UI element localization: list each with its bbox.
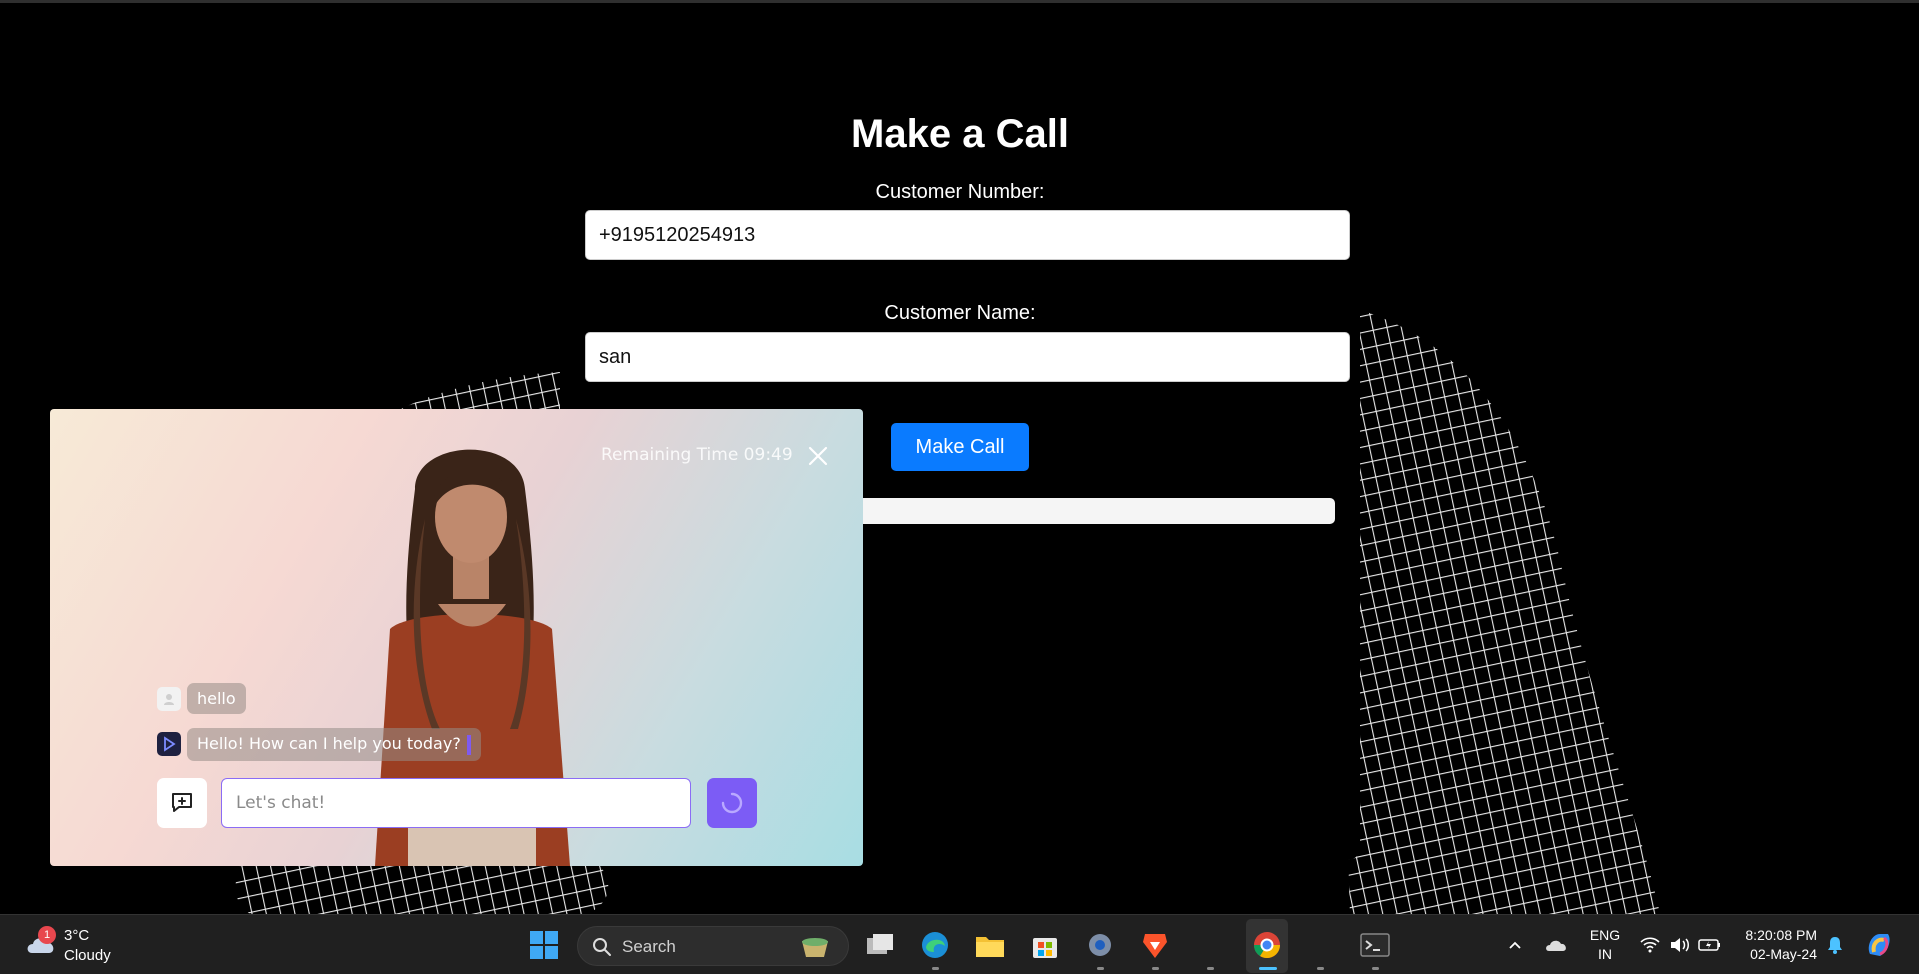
copilot-icon[interactable]	[1861, 927, 1897, 963]
customer-number-label: Customer Number:	[875, 181, 1045, 203]
taskbar-search-box[interactable]: Search	[577, 926, 849, 966]
active-indicator	[1259, 967, 1277, 970]
send-button[interactable]	[707, 778, 757, 828]
new-chat-button[interactable]	[157, 778, 207, 828]
page-title: Make a Call	[851, 112, 1069, 156]
brave-icon[interactable]	[1137, 927, 1173, 963]
windows-start-icon[interactable]	[526, 927, 562, 963]
chat-message-assistant: Hello! How can I help you today?	[157, 728, 481, 761]
language-code: ENG	[1589, 927, 1621, 943]
assistant-logo-icon	[157, 732, 181, 757]
clock[interactable]: 8:20:08 PM 02-May-24	[1735, 926, 1817, 964]
loading-spinner-icon	[721, 792, 743, 814]
battery-icon[interactable]	[1692, 927, 1728, 963]
desktop: Make a Call Customer Number: Customer Na…	[0, 0, 1919, 974]
chat-message-user: hello	[157, 683, 246, 714]
search-icon	[593, 938, 611, 956]
taskbar: 1 3°C Cloudy Search ENG IN 8:20:08 PM 02…	[0, 914, 1919, 974]
search-label: Search	[622, 937, 676, 956]
clock-date: 02-May-24	[1750, 946, 1817, 962]
onedrive-icon[interactable]	[1538, 927, 1574, 963]
language-indicator[interactable]: ENG IN	[1589, 926, 1621, 964]
notification-badge: 1	[38, 926, 56, 944]
file-explorer-icon[interactable]	[972, 927, 1008, 963]
typing-cursor	[466, 734, 471, 755]
message-text: Hello! How can I help you today?	[197, 734, 461, 753]
running-indicator	[1372, 967, 1379, 970]
message-text: hello	[187, 683, 246, 714]
close-icon[interactable]	[805, 443, 831, 469]
avatar-chat-widget: Remaining Time 09:49 hello Hello! How ca…	[50, 409, 863, 866]
edge-icon[interactable]	[917, 927, 953, 963]
terminal-icon[interactable]	[1357, 927, 1393, 963]
language-region: IN	[1598, 946, 1612, 962]
notification-bell-icon[interactable]	[1817, 927, 1853, 963]
make-call-button[interactable]: Make Call	[891, 423, 1029, 471]
task-view-icon[interactable]	[862, 927, 898, 963]
message-bubble: Hello! How can I help you today?	[187, 728, 481, 761]
weather-temperature[interactable]: 3°C	[64, 927, 89, 944]
status-bar	[850, 498, 1335, 524]
settings-icon[interactable]	[1082, 927, 1118, 963]
running-indicator	[1152, 967, 1159, 970]
new-chat-icon	[172, 793, 192, 812]
running-indicator	[1317, 967, 1324, 970]
microsoft-store-icon[interactable]	[1027, 927, 1063, 963]
running-indicator	[932, 967, 939, 970]
running-indicator	[1097, 967, 1104, 970]
customer-name-label: Customer Name:	[884, 302, 1036, 324]
customer-number-input[interactable]	[585, 210, 1350, 260]
running-indicator	[1207, 967, 1214, 970]
chrome-icon[interactable]	[1249, 927, 1285, 963]
chevron-up-icon[interactable]	[1497, 927, 1533, 963]
weather-condition[interactable]: Cloudy	[64, 947, 111, 964]
customer-name-input[interactable]	[585, 332, 1350, 382]
search-highlight-icon	[802, 938, 828, 957]
clock-time: 8:20:08 PM	[1745, 927, 1817, 943]
remaining-time: Remaining Time 09:49	[601, 445, 793, 465]
user-avatar-icon	[157, 686, 181, 711]
chat-input[interactable]	[221, 778, 691, 828]
